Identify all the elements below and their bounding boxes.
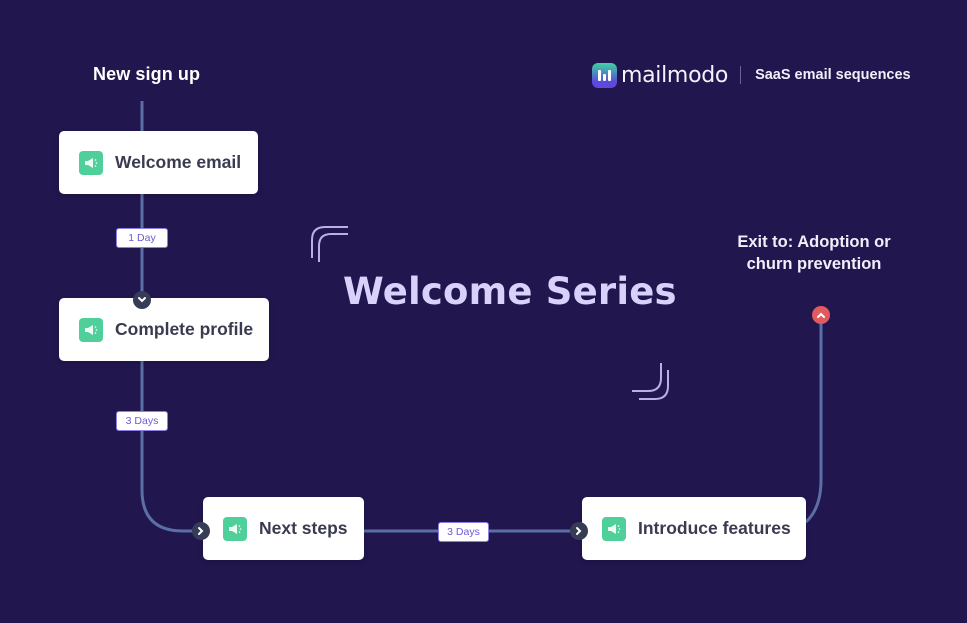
flow-canvas: New sign up Exit to: Adoption or churn p… — [0, 0, 967, 623]
node-welcome-email[interactable]: Welcome email — [59, 131, 258, 194]
node-label: Next steps — [259, 518, 348, 538]
chevron-down-icon[interactable] — [133, 291, 151, 309]
start-trigger-label: New sign up — [93, 64, 201, 84]
delay-badge[interactable]: 1 Day — [116, 228, 168, 248]
megaphone-icon — [79, 317, 103, 342]
chevron-right-icon[interactable] — [192, 522, 210, 540]
delay-badge[interactable]: 3 Days — [116, 411, 168, 431]
brand-header: mailmodo SaaS email sequences — [592, 60, 911, 90]
mailmodo-logo-icon — [592, 62, 617, 88]
node-complete-profile[interactable]: Complete profile — [59, 298, 269, 361]
node-label: Introduce features — [638, 518, 791, 538]
brand-tagline: SaaS email sequences — [755, 67, 911, 83]
diagram-title: Welcome Series — [343, 270, 677, 313]
chevron-up-icon[interactable] — [812, 306, 830, 324]
node-label: Welcome email — [115, 152, 242, 172]
megaphone-icon — [602, 516, 626, 541]
megaphone-icon — [223, 516, 247, 541]
decorative-bracket-top-left — [311, 226, 348, 262]
exit-label: Exit to: Adoption or churn prevention — [737, 233, 891, 273]
delay-badge[interactable]: 3 Days — [438, 522, 489, 542]
chevron-right-icon[interactable] — [570, 522, 588, 540]
node-next-steps[interactable]: Next steps — [203, 497, 364, 560]
node-label: Complete profile — [115, 319, 254, 339]
decorative-bracket-bottom-right — [632, 363, 669, 400]
connector-features-to-exit — [804, 315, 823, 524]
megaphone-icon — [79, 150, 103, 175]
brand-name: mailmodo — [621, 62, 729, 88]
node-introduce-features[interactable]: Introduce features — [582, 497, 806, 560]
brand-divider — [740, 66, 742, 84]
connector-profile-to-next-steps — [140, 361, 203, 533]
